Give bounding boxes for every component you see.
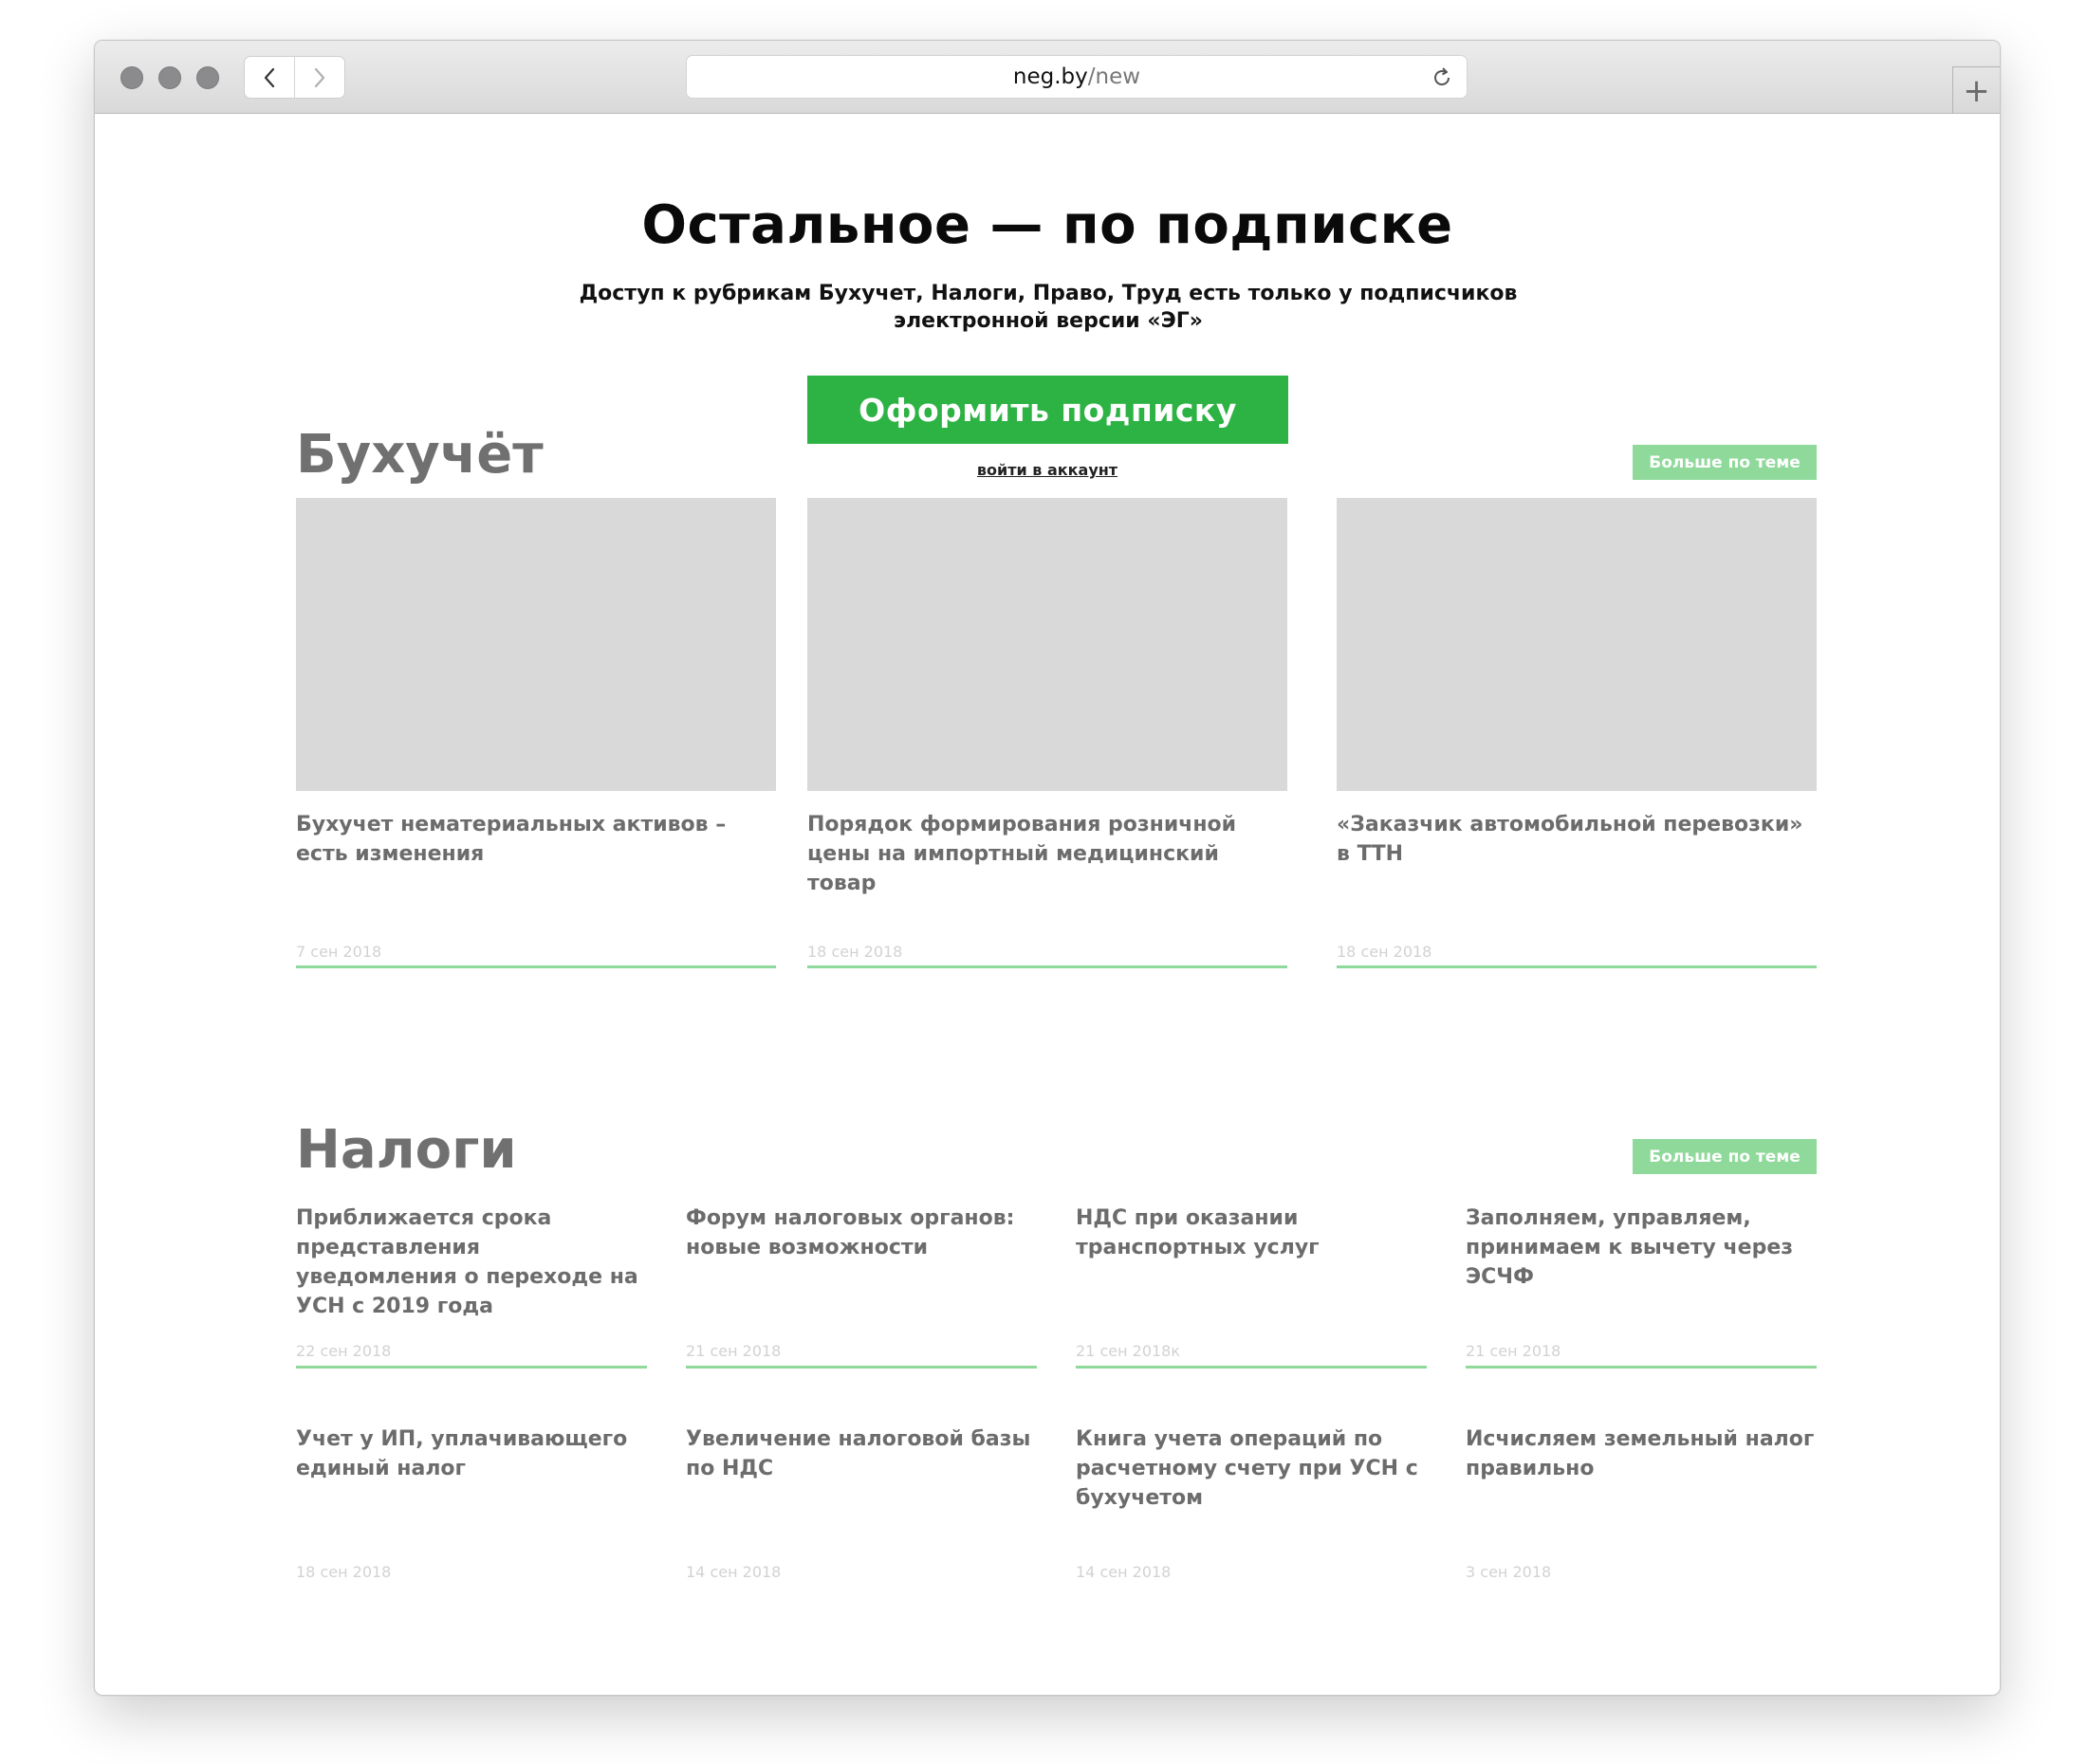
article-title[interactable]: Форум налоговых органов: новые возможнос…	[686, 1204, 1037, 1262]
login-link[interactable]: войти в аккаунт	[977, 461, 1117, 479]
page-content: Остальное — по подписке Доступ к рубрика…	[95, 115, 2000, 1695]
article-date: 18 сен 2018	[807, 943, 903, 961]
article-card[interactable]: Учет у ИП, уплачивающего единый налог 18…	[296, 1424, 647, 1581]
card-divider	[296, 965, 776, 968]
article-date: 3 сен 2018	[1466, 1563, 1552, 1581]
article-title[interactable]: Порядок формирования розничной цены на и…	[807, 810, 1287, 898]
card-divider	[296, 1366, 647, 1369]
article-date: 22 сен 2018	[296, 1342, 392, 1360]
article-title[interactable]: Книга учета операций по расчетному счету…	[1076, 1424, 1427, 1513]
browser-window: neg.by/new + Остальное — по подписке Дос…	[94, 40, 2001, 1696]
article-date: 21 сен 2018	[1466, 1342, 1561, 1360]
article-title[interactable]: Исчисляем земельный налог правильно	[1466, 1424, 1817, 1483]
plus-icon: +	[1963, 71, 1990, 110]
article-title[interactable]: Учет у ИП, уплачивающего единый налог	[296, 1424, 647, 1483]
url-path: /new	[1087, 64, 1141, 89]
close-window-button[interactable]	[120, 66, 143, 89]
article-date: 14 сен 2018	[1076, 1563, 1172, 1581]
article-title[interactable]: «Заказчик автомобильной перевозки» в ТТН	[1337, 810, 1817, 869]
article-card[interactable]: Форум налоговых органов: новые возможнос…	[686, 1204, 1037, 1369]
chevron-right-icon	[314, 67, 325, 87]
article-date: 7 сен 2018	[296, 943, 382, 961]
card-divider	[1466, 1366, 1817, 1369]
section-title-buhuchet: Бухучёт	[296, 424, 544, 486]
browser-toolbar: neg.by/new +	[95, 41, 2000, 114]
new-tab-button[interactable]: +	[1952, 66, 2000, 114]
article-title[interactable]: Заполняем, управляем, принимаем к вычету…	[1466, 1204, 1817, 1292]
article-date: 14 сен 2018	[686, 1563, 782, 1581]
back-button[interactable]	[245, 57, 294, 98]
nav-buttons	[244, 56, 345, 99]
subscribe-button[interactable]: Оформить подписку	[807, 376, 1288, 444]
url-host: neg.by	[1012, 64, 1088, 89]
article-card[interactable]: Увеличение налоговой базы по НДС 14 сен …	[686, 1424, 1037, 1581]
paywall-subtitle-line-1: Доступ к рубрикам Бухучет, Налоги, Право…	[579, 282, 1518, 305]
article-date: 21 сен 2018к	[1076, 1342, 1181, 1360]
article-date: 18 сен 2018	[1337, 943, 1432, 961]
section-title-nalogi: Налоги	[296, 1119, 517, 1181]
article-card[interactable]: Порядок формирования розничной цены на и…	[807, 498, 1287, 968]
article-title[interactable]: Приближается срока представления уведомл…	[296, 1204, 647, 1321]
article-card[interactable]: «Заказчик автомобильной перевозки» в ТТН…	[1337, 498, 1817, 968]
paywall-title: Остальное — по подписке	[641, 194, 1453, 256]
more-button-buhuchet[interactable]: Больше по теме	[1633, 445, 1817, 480]
card-divider	[807, 965, 1287, 968]
article-card[interactable]: Заполняем, управляем, принимаем к вычету…	[1466, 1204, 1817, 1369]
article-date: 21 сен 2018	[686, 1342, 782, 1360]
article-title[interactable]: НДС при оказании транспортных услуг	[1076, 1204, 1427, 1262]
more-button-nalogi[interactable]: Больше по теме	[1633, 1139, 1817, 1174]
article-card[interactable]: Приближается срока представления уведомл…	[296, 1204, 647, 1369]
forward-button[interactable]	[294, 57, 344, 98]
paywall-subtitle-line-2: электронной версии «ЭГ»	[894, 309, 1203, 333]
article-card[interactable]: Книга учета операций по расчетному счету…	[1076, 1424, 1427, 1581]
article-thumbnail[interactable]	[296, 498, 776, 791]
article-card[interactable]: Исчисляем земельный налог правильно 3 се…	[1466, 1424, 1817, 1581]
article-thumbnail[interactable]	[807, 498, 1287, 791]
paywall-subtitle: Доступ к рубрикам Бухучет, Налоги, Право…	[560, 280, 1537, 335]
card-divider	[1337, 965, 1817, 968]
card-divider	[686, 1366, 1037, 1369]
minimize-window-button[interactable]	[158, 66, 181, 89]
zoom-window-button[interactable]	[196, 66, 219, 89]
card-divider	[1076, 1366, 1427, 1369]
article-thumbnail[interactable]	[1337, 498, 1817, 791]
article-card[interactable]: НДС при оказании транспортных услуг 21 с…	[1076, 1204, 1427, 1369]
article-date: 18 сен 2018	[296, 1563, 392, 1581]
address-bar[interactable]: neg.by/new	[686, 55, 1468, 99]
chevron-left-icon	[264, 67, 275, 87]
article-title[interactable]: Бухучет нематериальных активов – есть из…	[296, 810, 776, 869]
article-title[interactable]: Увеличение налоговой базы по НДС	[686, 1424, 1037, 1483]
reload-icon[interactable]	[1429, 64, 1455, 91]
article-card[interactable]: Бухучет нематериальных активов – есть из…	[296, 498, 776, 968]
